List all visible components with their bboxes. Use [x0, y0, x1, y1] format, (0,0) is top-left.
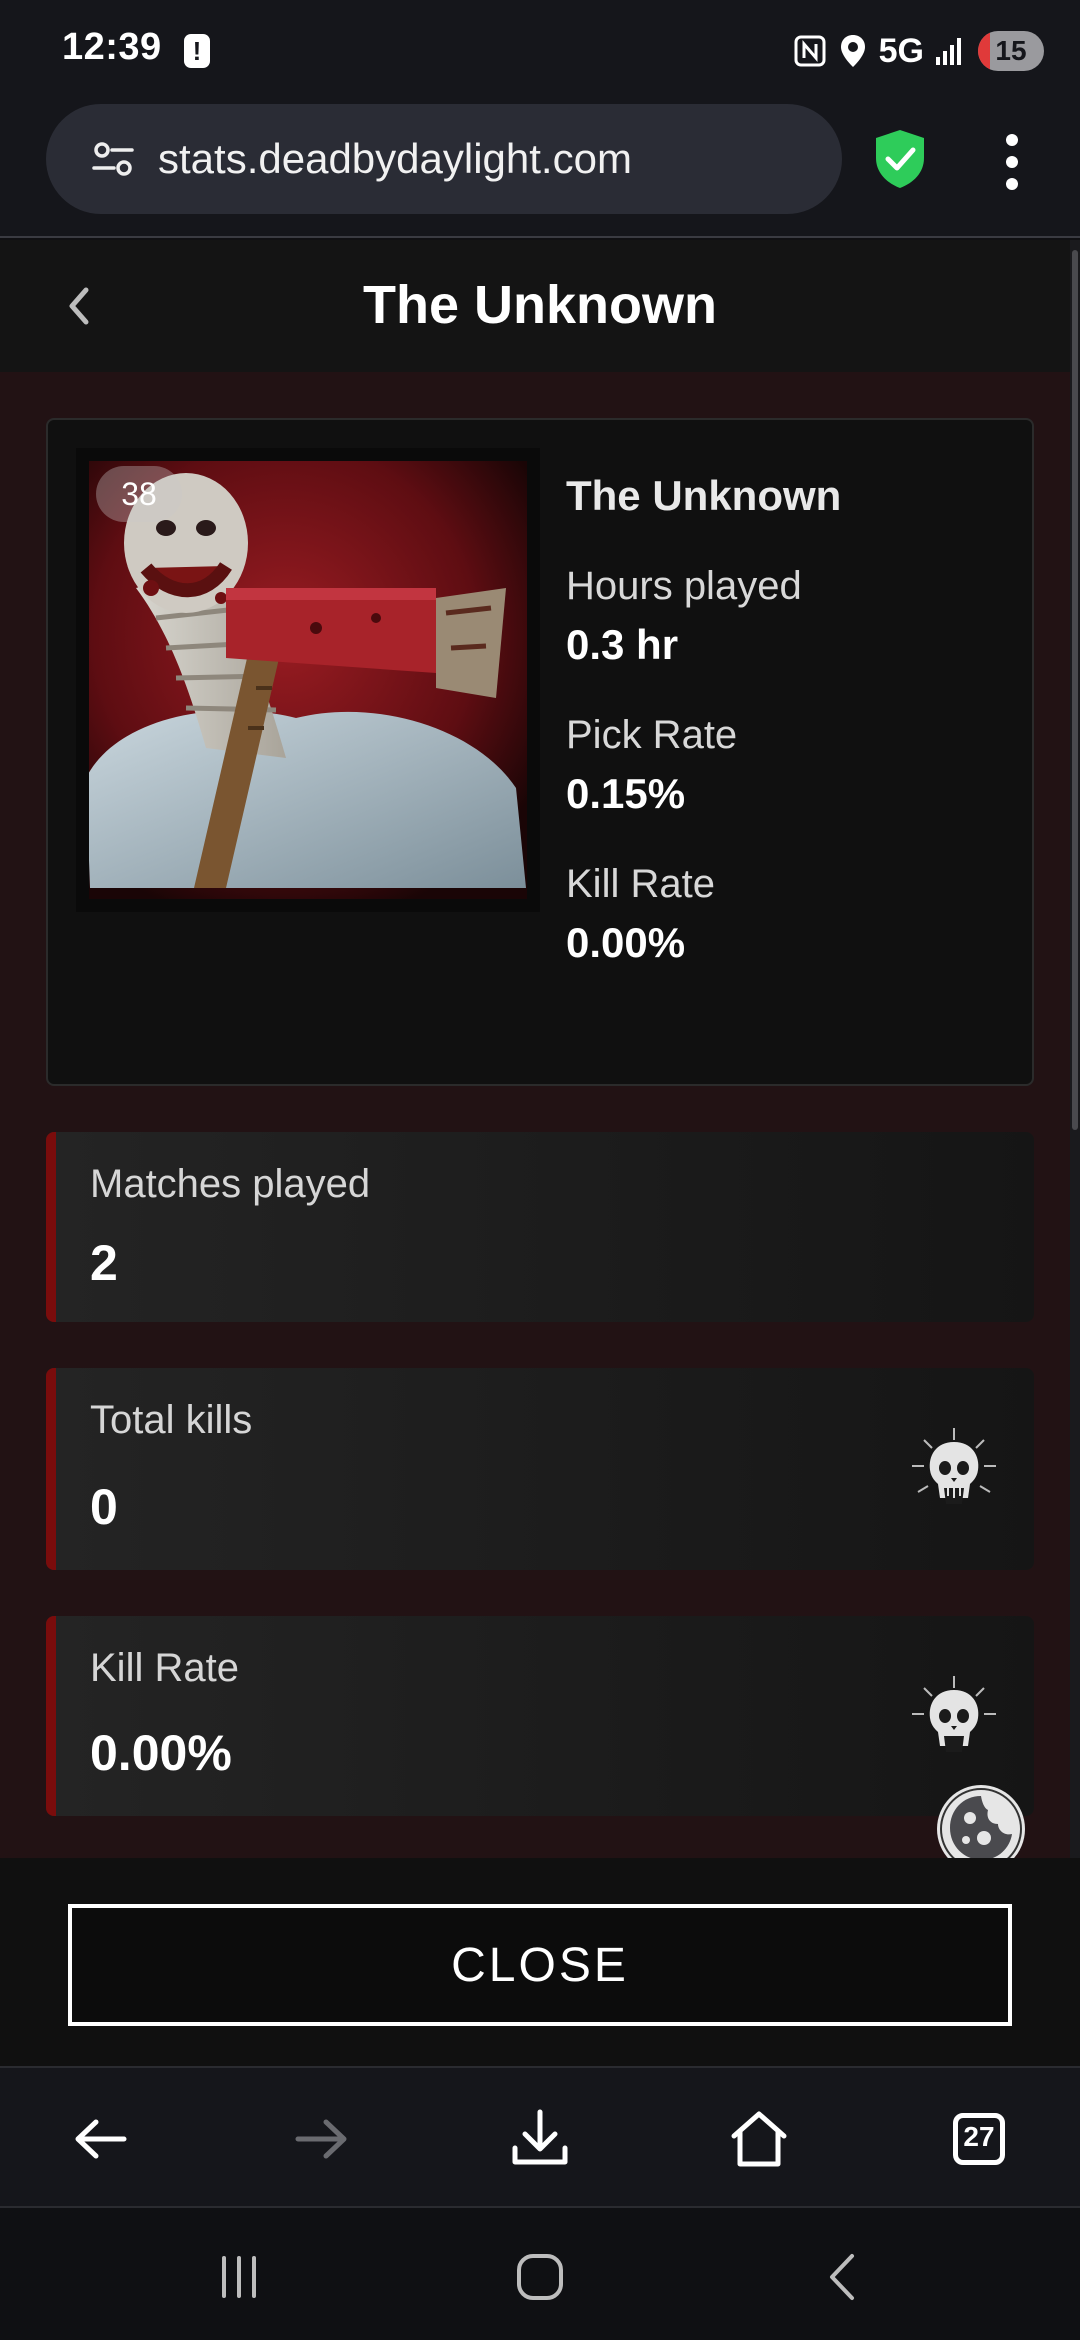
killer-info: The Unknown Hours played 0.3 hr Pick Rat… — [566, 472, 841, 967]
address-bar[interactable]: stats.deadbydaylight.com — [46, 104, 842, 214]
status-bar: 12:39 ! 5G 15 — [0, 0, 1080, 100]
nfc-icon — [794, 35, 826, 67]
kill-rate-box-label: Kill Rate — [90, 1646, 239, 1690]
battery-level: 15 — [995, 35, 1027, 66]
total-kills-value: 0 — [90, 1479, 118, 1535]
pick-rate-label: Pick Rate — [566, 713, 738, 757]
matches-played-label: Matches played — [90, 1162, 371, 1206]
location-icon — [840, 35, 865, 67]
matches-played-card: Matches played 2 — [46, 1132, 1034, 1322]
killer-summary-card: 38 The Unknown Hours played 0.3 hr Pick … — [46, 418, 1034, 1086]
hours-played-value: 0.3 hr — [566, 621, 679, 668]
accent-bar — [46, 1132, 56, 1322]
matches-played-value: 2 — [90, 1235, 118, 1291]
scrollbar-thumb[interactable] — [1072, 250, 1078, 1130]
status-icons: 5G 15 — [793, 28, 1044, 74]
page-title: The Unknown — [363, 275, 717, 335]
skull-icon — [912, 1676, 996, 1752]
network-type: 5G — [878, 31, 924, 70]
recent-apps-icon[interactable] — [204, 2242, 274, 2312]
clock: 12:39 — [62, 26, 162, 68]
killer-name: The Unknown — [566, 472, 842, 519]
close-bar: CLOSE — [0, 1858, 1080, 2066]
kill-rate-value: 0.00% — [566, 919, 686, 966]
download-icon[interactable] — [505, 2104, 575, 2174]
accent-bar — [46, 1368, 56, 1570]
url-text[interactable]: stats.deadbydaylight.com — [158, 135, 632, 183]
tabs-button[interactable]: 27 — [944, 2104, 1014, 2174]
kill-rate-card: Kill Rate 0.00% — [46, 1616, 1034, 1816]
system-back-icon[interactable] — [808, 2242, 878, 2312]
kill-rate-label: Kill Rate — [566, 862, 715, 906]
alert-icon: ! — [184, 34, 210, 68]
pick-rate-value: 0.15% — [566, 770, 686, 817]
home-icon[interactable] — [724, 2104, 794, 2174]
battery-icon: 15 — [978, 31, 1044, 71]
total-kills-label: Total kills — [90, 1398, 253, 1442]
close-button[interactable]: CLOSE — [68, 1904, 1012, 2026]
level-badge: 38 — [96, 466, 182, 522]
site-settings-icon[interactable] — [90, 136, 136, 182]
kill-rate-box-value: 0.00% — [90, 1725, 232, 1781]
skull-icon — [912, 1428, 996, 1504]
total-kills-card: Total kills 0 — [46, 1368, 1034, 1570]
shield-check-icon[interactable] — [872, 128, 928, 190]
system-nav-bar — [0, 2206, 1080, 2340]
accent-bar — [46, 1616, 56, 1816]
more-menu-icon[interactable] — [1000, 134, 1024, 190]
browser-toolbar: stats.deadbydaylight.com — [0, 100, 1080, 238]
content-area: 38 The Unknown Hours played 0.3 hr Pick … — [0, 372, 1070, 1858]
tab-count: 27 — [963, 2121, 995, 2152]
forward-arrow-icon[interactable] — [286, 2104, 356, 2174]
home-circle-icon[interactable] — [505, 2242, 575, 2312]
back-arrow-icon[interactable] — [66, 2104, 136, 2174]
hours-played-label: Hours played — [566, 564, 802, 608]
browser-bottom-nav: 27 — [0, 2066, 1080, 2206]
signal-icon — [936, 38, 961, 65]
page-header: The Unknown — [0, 240, 1080, 372]
